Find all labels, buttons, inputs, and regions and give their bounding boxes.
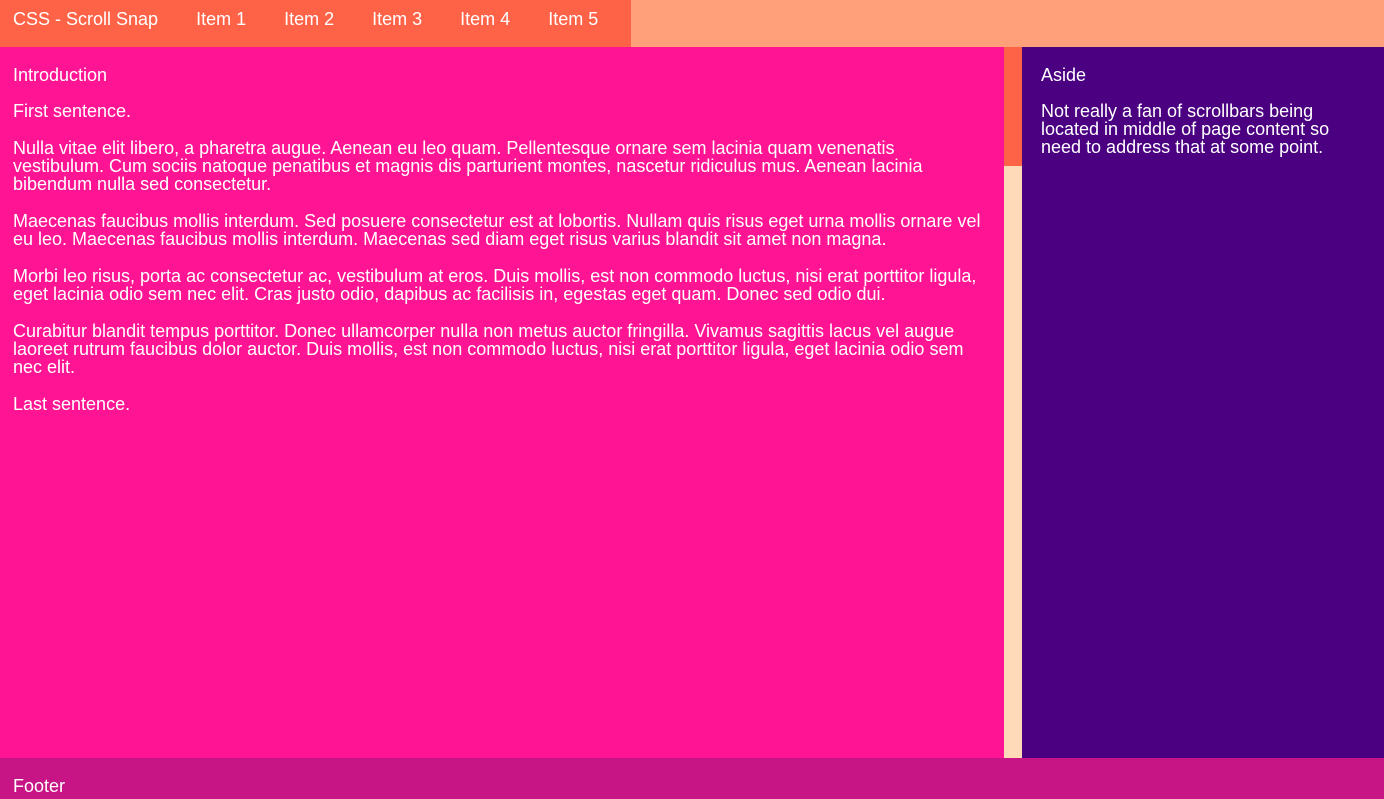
top-header: CSS - Scroll Snap Item 1 Item 2 Item 3 I… — [0, 0, 1384, 47]
aside-heading: Aside — [1041, 65, 1087, 85]
page: CSS - Scroll Snap Item 1 Item 2 Item 3 I… — [0, 0, 1384, 799]
paragraph-3: Maecenas faucibus mollis interdum. Sed p… — [13, 211, 981, 249]
scrollbar-track[interactable] — [1004, 47, 1022, 758]
footer-text: Footer — [13, 776, 66, 796]
nav-item-1[interactable]: Item 1 — [196, 0, 246, 29]
paragraph-2: Nulla vitae elit libero, a pharetra augu… — [13, 138, 923, 194]
nav-item-2[interactable]: Item 2 — [284, 0, 334, 29]
nav-title-link[interactable]: CSS - Scroll Snap — [13, 0, 158, 29]
footer: Footer — [0, 758, 1384, 799]
nav-item-5[interactable]: Item 5 — [548, 0, 598, 29]
aside-text: Not really a fan of scrollbars being loc… — [1041, 101, 1330, 157]
nav-item-4[interactable]: Item 4 — [460, 0, 510, 29]
aside-panel: Aside Not really a fan of scrollbars bei… — [1022, 47, 1384, 758]
main-nav: CSS - Scroll Snap Item 1 Item 2 Item 3 I… — [0, 0, 631, 47]
scrollbar-thumb[interactable] — [1004, 47, 1022, 166]
paragraph-first: First sentence. — [13, 101, 132, 121]
main-content: Introduction First sentence. Nulla vitae… — [0, 47, 1004, 758]
paragraph-5: Curabitur blandit tempus porttitor. Done… — [13, 321, 964, 377]
main-heading: Introduction — [13, 65, 108, 85]
paragraph-4: Morbi leo risus, porta ac consectetur ac… — [13, 266, 977, 304]
paragraph-last: Last sentence. — [13, 394, 131, 414]
nav-item-3[interactable]: Item 3 — [372, 0, 422, 29]
